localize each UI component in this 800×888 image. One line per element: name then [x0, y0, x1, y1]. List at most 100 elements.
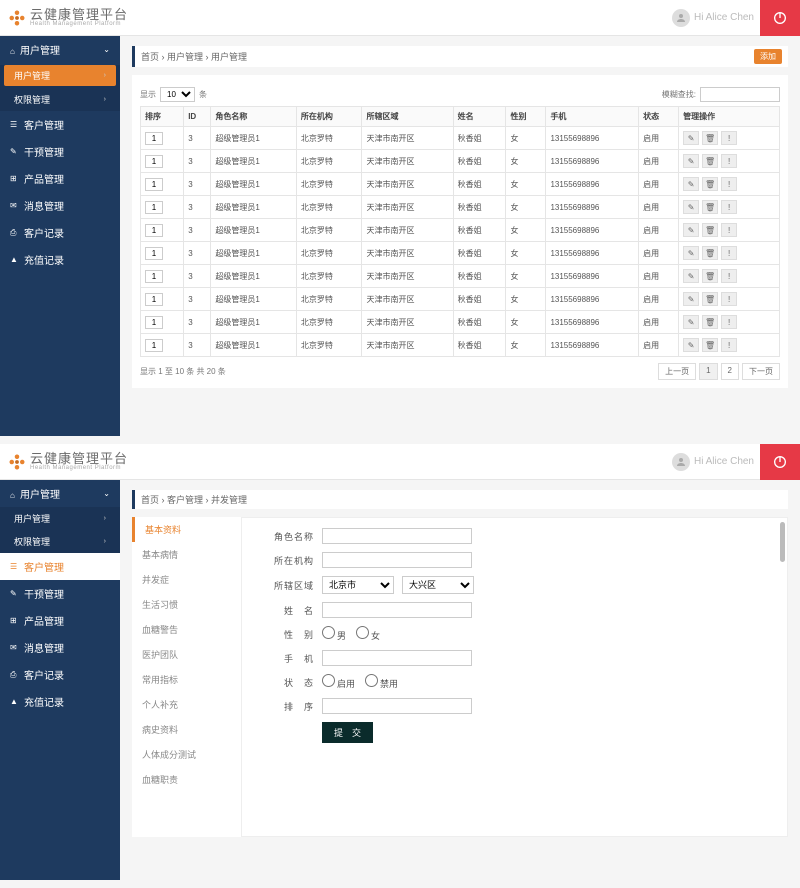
sidebar-item[interactable]: ⊞产品管理 — [0, 607, 120, 634]
sort-input[interactable] — [145, 293, 163, 306]
role-input[interactable] — [322, 528, 472, 544]
sidebar-item[interactable]: ⊞产品管理 — [0, 165, 120, 192]
submit-button[interactable]: 提 交 — [322, 722, 373, 743]
city-select[interactable]: 北京市 — [322, 576, 394, 594]
edit-button[interactable]: ✎ — [683, 200, 699, 214]
form-tab[interactable]: 人体成分测试 — [132, 742, 241, 767]
sidebar-item[interactable]: ⎙客户记录 — [0, 661, 120, 688]
form-tab[interactable]: 血糖警告 — [132, 617, 241, 642]
sort-input[interactable] — [145, 201, 163, 214]
district-select[interactable]: 大兴区 — [402, 576, 474, 594]
scrollbar-thumb[interactable] — [780, 522, 785, 562]
logout-button[interactable] — [760, 0, 800, 36]
delete-button[interactable]: 🗑 — [702, 223, 718, 237]
sidebar: ⌂用户管理 ⌄ 用户管理›权限管理› ☰客户管理✎干预管理⊞产品管理✉消息管理⎙… — [0, 36, 120, 436]
edit-button[interactable]: ✎ — [683, 246, 699, 260]
menu-icon: ▲ — [10, 697, 20, 706]
sidebar-item[interactable]: ▲充值记录 — [0, 246, 120, 273]
page-1-button[interactable]: 1 — [699, 363, 717, 380]
form-tab[interactable]: 个人补充 — [132, 692, 241, 717]
submenu-item[interactable]: 用户管理› — [0, 507, 120, 530]
sort-input[interactable] — [322, 698, 472, 714]
sidebar-item[interactable]: ☰客户管理 — [0, 553, 120, 580]
table-header: 所辖区域 — [362, 107, 453, 127]
org-input[interactable] — [322, 552, 472, 568]
add-button[interactable]: 添加 — [754, 49, 782, 64]
sidebar-item[interactable]: ✎干预管理 — [0, 138, 120, 165]
sidebar-group-user[interactable]: ⌂用户管理 ⌄ — [0, 36, 120, 63]
sort-input[interactable] — [145, 339, 163, 352]
logout-button[interactable] — [760, 444, 800, 480]
sort-input[interactable] — [145, 178, 163, 191]
submenu-item[interactable]: 权限管理› — [0, 530, 120, 553]
sidebar-item[interactable]: ✉消息管理 — [0, 634, 120, 661]
form-tab[interactable]: 常用指标 — [132, 667, 241, 692]
edit-button[interactable]: ✎ — [683, 177, 699, 191]
warn-button[interactable]: ! — [721, 223, 737, 237]
edit-button[interactable]: ✎ — [683, 154, 699, 168]
warn-button[interactable]: ! — [721, 131, 737, 145]
delete-button[interactable]: 🗑 — [702, 315, 718, 329]
sidebar-item[interactable]: ✉消息管理 — [0, 192, 120, 219]
delete-button[interactable]: 🗑 — [702, 338, 718, 352]
edit-button[interactable]: ✎ — [683, 315, 699, 329]
status-disable-option[interactable]: 禁用 — [365, 674, 398, 690]
sort-input[interactable] — [145, 155, 163, 168]
edit-button[interactable]: ✎ — [683, 269, 699, 283]
edit-button[interactable]: ✎ — [683, 223, 699, 237]
delete-button[interactable]: 🗑 — [702, 131, 718, 145]
search-input[interactable] — [700, 87, 780, 102]
warn-button[interactable]: ! — [721, 154, 737, 168]
warn-button[interactable]: ! — [721, 315, 737, 329]
warn-button[interactable]: ! — [721, 246, 737, 260]
user-area[interactable]: Hi Alice Chen — [672, 453, 754, 471]
delete-button[interactable]: 🗑 — [702, 269, 718, 283]
warn-button[interactable]: ! — [721, 200, 737, 214]
status-enable-option[interactable]: 启用 — [322, 674, 355, 690]
sidebar-item[interactable]: ☰客户管理 — [0, 111, 120, 138]
next-page-button[interactable]: 下一页 — [742, 363, 780, 380]
warn-button[interactable]: ! — [721, 292, 737, 306]
sort-input[interactable] — [145, 270, 163, 283]
delete-button[interactable]: 🗑 — [702, 177, 718, 191]
sidebar-item[interactable]: ✎干预管理 — [0, 580, 120, 607]
edit-button[interactable]: ✎ — [683, 292, 699, 306]
form-tab[interactable]: 基本资料 — [132, 517, 241, 542]
edit-button[interactable]: ✎ — [683, 338, 699, 352]
user-area[interactable]: Hi Alice Chen — [672, 9, 754, 27]
form-tab[interactable]: 血糖职责 — [132, 767, 241, 792]
sidebar-item[interactable]: ▲充值记录 — [0, 688, 120, 715]
warn-button[interactable]: ! — [721, 338, 737, 352]
sex-female-option[interactable]: 女 — [356, 626, 380, 642]
unit-label: 条 — [199, 89, 207, 100]
sex-male-option[interactable]: 男 — [322, 626, 346, 642]
header: 云健康管理平台 Health Management Platform Hi Al… — [0, 0, 800, 36]
prev-page-button[interactable]: 上一页 — [658, 363, 696, 380]
warn-button[interactable]: ! — [721, 177, 737, 191]
page-2-button[interactable]: 2 — [721, 363, 739, 380]
sort-input[interactable] — [145, 132, 163, 145]
sidebar-group-user[interactable]: ⌂用户管理 ⌄ — [0, 480, 120, 507]
name-input[interactable] — [322, 602, 472, 618]
form-tab[interactable]: 生活习惯 — [132, 592, 241, 617]
form-tab[interactable]: 医护团队 — [132, 642, 241, 667]
show-label: 显示 — [140, 89, 156, 100]
submenu-item[interactable]: 权限管理› — [0, 88, 120, 111]
sort-input[interactable] — [145, 224, 163, 237]
warn-button[interactable]: ! — [721, 269, 737, 283]
sort-input[interactable] — [145, 316, 163, 329]
edit-button[interactable]: ✎ — [683, 131, 699, 145]
delete-button[interactable]: 🗑 — [702, 246, 718, 260]
sidebar-item[interactable]: ⎙客户记录 — [0, 219, 120, 246]
menu-icon: ✉ — [10, 643, 20, 652]
delete-button[interactable]: 🗑 — [702, 292, 718, 306]
delete-button[interactable]: 🗑 — [702, 200, 718, 214]
form-tab[interactable]: 基本病情 — [132, 542, 241, 567]
form-tab[interactable]: 并发症 — [132, 567, 241, 592]
sort-input[interactable] — [145, 247, 163, 260]
delete-button[interactable]: 🗑 — [702, 154, 718, 168]
submenu-item[interactable]: 用户管理› — [4, 65, 116, 86]
phone-input[interactable] — [322, 650, 472, 666]
page-size-select[interactable]: 10 — [160, 87, 195, 102]
form-tab[interactable]: 病史资料 — [132, 717, 241, 742]
